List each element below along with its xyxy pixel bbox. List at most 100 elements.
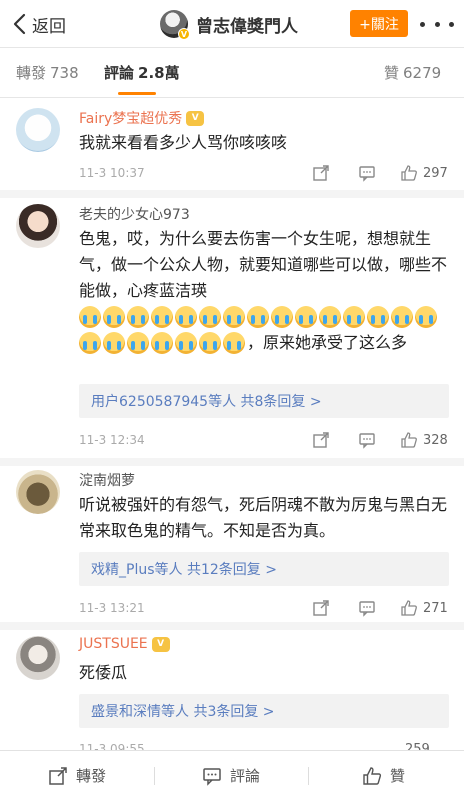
tab-reposts[interactable]: 轉發 738	[16, 62, 79, 83]
crying-emoji-icon	[103, 306, 125, 328]
bottom-divider	[154, 767, 155, 785]
crying-emoji-icon	[295, 306, 317, 328]
like-post-button[interactable]: 贊	[362, 765, 405, 786]
commenter-avatar[interactable]	[16, 204, 60, 248]
comment-text-main: 色鬼，哎，为什么要去伤害一个女生呢，想想就生气，做一个公众人物，就要知道哪些可以…	[79, 229, 448, 300]
comment-item: 老夫的少女心973 色鬼，哎，为什么要去伤害一个女生呢，想想就生气，做一个公众人…	[0, 198, 464, 458]
tab-count: 6279	[403, 64, 442, 82]
commenter-name[interactable]: 淀南烟萝	[79, 470, 135, 490]
crying-emoji-icon	[151, 332, 173, 354]
comment-actions: 271	[312, 597, 452, 619]
tab-label: 贊	[384, 64, 400, 82]
commenter-name[interactable]: 老夫的少女心973	[79, 204, 190, 224]
comment-divider	[0, 190, 464, 198]
comment-text: 色鬼，哎，为什么要去伤害一个女生呢，想想就生气，做一个公众人物，就要知道哪些可以…	[79, 226, 449, 356]
tab-label: 評論	[104, 64, 135, 82]
reply-icon[interactable]	[358, 599, 376, 617]
comment-label: 評論	[230, 767, 261, 785]
active-tab-indicator	[118, 92, 156, 95]
thumbs-up-icon	[363, 766, 382, 785]
crying-emoji-icon	[79, 332, 101, 354]
like-button[interactable]: 297	[400, 164, 448, 182]
crying-emoji-row: ，原来她承受了这么多	[79, 306, 449, 356]
comment-time: 11-3 12:34	[79, 433, 145, 447]
crying-emoji-icon	[415, 306, 437, 328]
crying-emoji-icon	[175, 306, 197, 328]
crying-emoji-icon	[199, 332, 221, 354]
commenter-name-text: 老夫的少女心973	[79, 207, 190, 223]
comment-text-tail: ，原来她承受了这么多	[247, 333, 408, 352]
crying-emoji-icon	[223, 332, 245, 354]
commenter-avatar[interactable]	[16, 470, 60, 514]
comment-button[interactable]: 評論	[202, 765, 260, 786]
crying-emoji-icon	[127, 332, 149, 354]
commenter-name-text: Fairy梦宝超优秀	[79, 111, 183, 127]
like-button[interactable]: 271	[400, 599, 448, 617]
like-count: 271	[423, 600, 448, 616]
like-count: 297	[423, 165, 448, 181]
crying-emoji-icon	[271, 306, 293, 328]
page-header[interactable]: V 曾志偉獎門人	[160, 8, 298, 40]
bottom-divider	[308, 767, 309, 785]
like-button[interactable]: 328	[400, 431, 448, 449]
comment-actions: 297	[312, 162, 452, 184]
commenter-name[interactable]: JUSTSUEE V	[79, 636, 170, 652]
more-options-icon[interactable]	[420, 14, 454, 34]
comment-item: Fairy梦宝超优秀 V 我就来看看多少人骂你咳咳咳 11-3 10:37 29…	[0, 98, 464, 190]
tab-count: 2.8萬	[138, 64, 180, 82]
commenter-avatar[interactable]	[16, 636, 60, 680]
comment-text: 听说被强奸的有怨气，死后阴魂不散为厉鬼与黑白无常来取色鬼的精气。不知是否为真。	[79, 495, 448, 540]
back-button[interactable]: 返回	[12, 10, 66, 38]
tab-label: 轉發	[16, 64, 47, 82]
crying-emoji-icon	[175, 332, 197, 354]
like-label: 贊	[390, 767, 406, 785]
thumbs-up-icon	[401, 165, 417, 181]
crying-emoji-icon	[103, 332, 125, 354]
chevron-left-icon	[13, 13, 26, 35]
tab-likes[interactable]: 贊 6279	[384, 62, 441, 83]
share-icon[interactable]	[312, 599, 330, 617]
crying-emoji-icon	[151, 306, 173, 328]
comment-text: 我就来看看多少人骂你咳咳咳	[79, 133, 288, 152]
reply-icon[interactable]	[358, 431, 376, 449]
vip-crown-icon: V	[151, 636, 170, 652]
crying-emoji-icon	[223, 306, 245, 328]
crying-emoji-icon	[79, 306, 101, 328]
crying-emoji-icon	[367, 306, 389, 328]
reply-icon[interactable]	[358, 164, 376, 182]
stats-tabs: 轉發 738 評論 2.8萬 贊 6279	[0, 48, 464, 98]
reply-summary-link[interactable]: 用户6250587945等人 共8条回复 >	[79, 384, 449, 418]
verified-badge-icon: V	[178, 28, 190, 40]
thumbs-up-icon	[401, 432, 417, 448]
comment-text: 死倭瓜	[79, 663, 128, 682]
reply-summary-link[interactable]: 戏精_Plus等人 共12条回复 >	[79, 552, 449, 586]
commenter-name-text: 淀南烟萝	[79, 473, 135, 489]
repost-label: 轉發	[76, 767, 107, 785]
share-icon[interactable]	[312, 431, 330, 449]
comment-divider	[0, 622, 464, 630]
share-icon[interactable]	[312, 164, 330, 182]
like-count: 328	[423, 432, 448, 448]
crying-emoji-icon	[343, 306, 365, 328]
page-title: 曾志偉獎門人	[196, 16, 298, 37]
comment-time: 11-3 10:37	[79, 166, 145, 180]
crying-emoji-icon	[247, 306, 269, 328]
reply-summary-link[interactable]: 盛景和深情等人 共3条回复 >	[79, 694, 449, 728]
commenter-name[interactable]: Fairy梦宝超优秀 V	[79, 108, 205, 128]
crying-emoji-icon	[199, 306, 221, 328]
vip-crown-icon: V	[186, 110, 205, 126]
comment-time: 11-3 13:21	[79, 601, 145, 615]
commenter-avatar[interactable]	[16, 108, 60, 152]
thumbs-up-icon	[401, 600, 417, 616]
tab-count: 738	[50, 64, 79, 82]
share-icon	[49, 766, 67, 785]
repost-button[interactable]: 轉發	[48, 765, 106, 786]
tab-comments[interactable]: 評論 2.8萬	[104, 62, 180, 83]
back-label: 返回	[32, 16, 66, 37]
bottom-action-bar: 轉發 評論 贊	[0, 750, 464, 800]
author-avatar[interactable]: V	[160, 10, 190, 40]
follow-button[interactable]: +關注	[350, 10, 408, 37]
commenter-name-text: JUSTSUEE	[79, 636, 148, 652]
crying-emoji-icon	[319, 306, 341, 328]
comment-item: JUSTSUEE V 死倭瓜 盛景和深情等人 共3条回复 > 11-3 09:5…	[0, 630, 464, 757]
